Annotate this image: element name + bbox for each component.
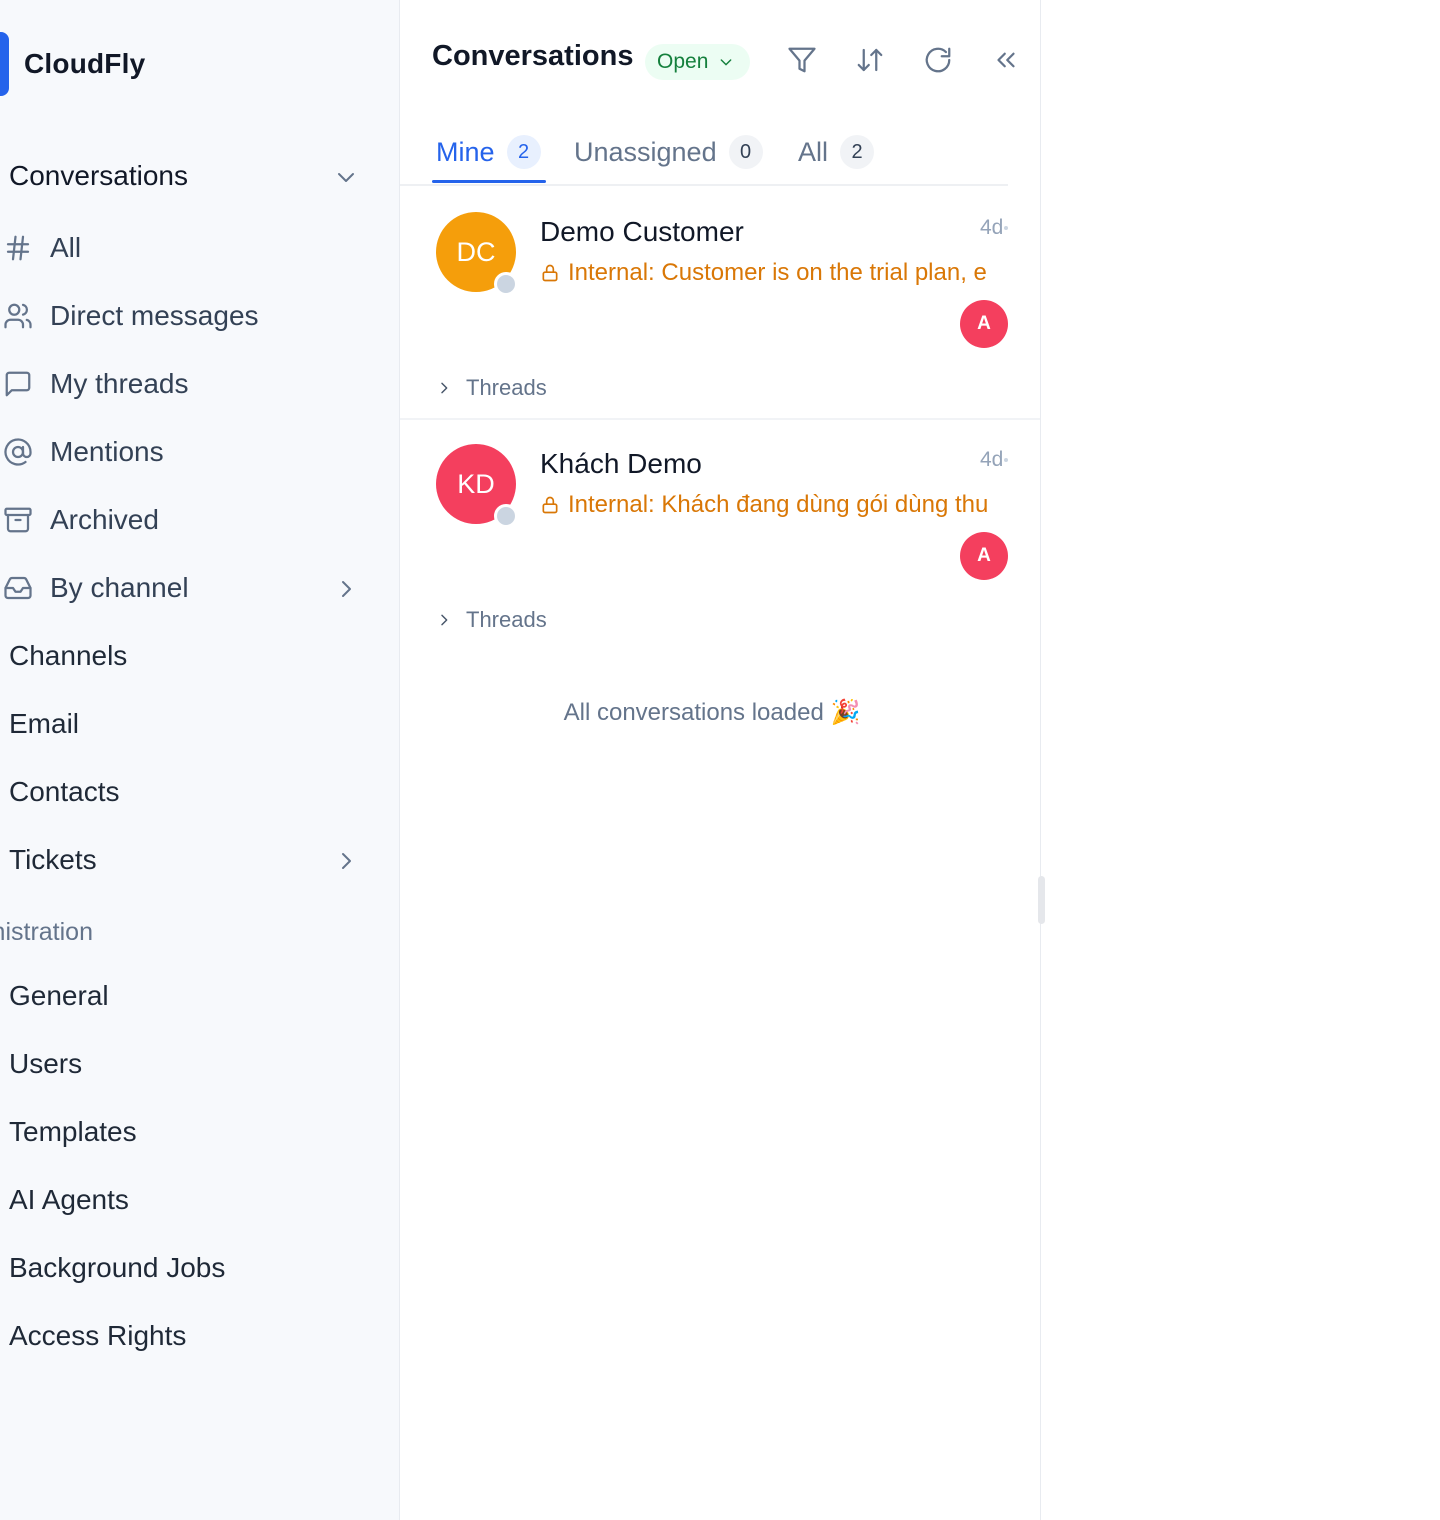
sidebar-link-tickets[interactable]: Tickets bbox=[0, 834, 380, 886]
sidebar-item-label: Direct messages bbox=[50, 300, 259, 331]
sidebar-link-label: AI Agents bbox=[9, 1184, 129, 1215]
sidebar-link-label: Email bbox=[9, 708, 80, 739]
sidebar-link-label: Users bbox=[9, 1048, 83, 1079]
sidebar-section-label: Conversations bbox=[9, 160, 188, 191]
lock-icon bbox=[542, 264, 558, 282]
users-icon bbox=[0, 296, 38, 336]
lock-icon bbox=[542, 496, 558, 514]
tab-count-badge: 2 bbox=[840, 135, 875, 169]
archive-icon bbox=[0, 500, 38, 540]
chevron-right-icon bbox=[441, 382, 448, 394]
filter-button[interactable] bbox=[782, 40, 822, 80]
assignee-avatar: A bbox=[960, 532, 1008, 580]
active-tab-indicator bbox=[432, 180, 546, 183]
collapse-icon bbox=[997, 52, 1015, 68]
sidebar: CloudFly Conversations All Direct messag… bbox=[0, 0, 400, 1520]
chevron-down-icon bbox=[720, 59, 732, 66]
sidebar-link-label: Background Jobs bbox=[9, 1252, 226, 1283]
sidebar-section-conversations[interactable]: Conversations bbox=[0, 150, 380, 202]
status-filter-dropdown[interactable]: Open bbox=[645, 44, 751, 80]
brand[interactable]: CloudFly bbox=[0, 32, 145, 96]
message-square-icon bbox=[0, 364, 38, 404]
sidebar-link-background-jobs[interactable]: Background Jobs bbox=[0, 1242, 380, 1294]
sidebar-link-users[interactable]: Users bbox=[0, 1038, 380, 1090]
sidebar-item-label: By channel bbox=[50, 572, 189, 603]
conversation-preview: Internal: Khách đang dùng gói dùng thu bbox=[540, 488, 1008, 522]
sidebar-link-label: Access Rights bbox=[9, 1320, 187, 1351]
threads-label: Threads bbox=[466, 607, 547, 632]
threads-toggle[interactable]: Threads bbox=[436, 602, 547, 638]
sidebar-link-contacts[interactable]: Contacts bbox=[0, 766, 380, 818]
filter-icon bbox=[788, 47, 816, 73]
sidebar-link-label: Templates bbox=[9, 1116, 137, 1147]
tab-count-badge: 2 bbox=[506, 135, 541, 169]
assignee-avatar: A bbox=[960, 300, 1008, 348]
brand-logo-icon bbox=[0, 32, 9, 96]
tab-unassigned[interactable]: Unassigned 0 bbox=[574, 120, 763, 184]
conversation-name: Demo Customer bbox=[540, 216, 744, 247]
brand-name: CloudFly bbox=[24, 48, 146, 79]
chevron-right-icon bbox=[334, 848, 358, 872]
presence-indicator bbox=[494, 272, 518, 296]
sort-button[interactable] bbox=[850, 40, 890, 80]
tab-count-badge: 0 bbox=[728, 135, 763, 169]
end-of-list-message: All conversations loaded 🎉 bbox=[563, 699, 861, 726]
sidebar-item-label: My threads bbox=[50, 368, 189, 399]
sidebar-item-my-threads[interactable]: My threads bbox=[0, 358, 380, 410]
sidebar-link-ai-agents[interactable]: AI Agents bbox=[0, 1174, 380, 1226]
tab-mine[interactable]: Mine 2 bbox=[436, 120, 541, 184]
sidebar-link-email[interactable]: Email bbox=[0, 698, 380, 750]
page-title: Conversations bbox=[432, 40, 634, 72]
threads-toggle[interactable]: Threads bbox=[436, 370, 547, 406]
conversation-preview-text: Internal: Customer is on the trial plan,… bbox=[568, 259, 987, 286]
conversation-preview-text: Internal: Khách đang dùng gói dùng thu bbox=[568, 491, 989, 518]
sidebar-item-label: All bbox=[50, 232, 82, 263]
refresh-icon bbox=[925, 47, 951, 73]
sidebar-section-administration: inistration bbox=[0, 918, 93, 946]
sidebar-link-label: Contacts bbox=[9, 776, 120, 807]
at-sign-icon bbox=[0, 432, 38, 472]
conversation-item[interactable]: KD Khách Demo 4d Internal: Khách đang dù… bbox=[400, 420, 1040, 652]
panel-resize-handle[interactable] bbox=[1038, 876, 1045, 924]
app-root: CloudFly Conversations All Direct messag… bbox=[0, 0, 1440, 1520]
presence-indicator bbox=[494, 504, 518, 528]
sidebar-link-access-rights[interactable]: Access Rights bbox=[0, 1310, 380, 1362]
sidebar-link-label: General bbox=[9, 980, 109, 1011]
sidebar-link-label: Channels bbox=[9, 640, 128, 671]
sidebar-link-label: Tickets bbox=[9, 844, 97, 875]
inbox-icon bbox=[0, 568, 38, 608]
sidebar-item-label: Archived bbox=[50, 504, 159, 535]
tab-label: Mine bbox=[436, 136, 495, 167]
conversation-time: 4d bbox=[980, 448, 1008, 472]
chevron-down-icon bbox=[334, 164, 358, 188]
conversation-tabs: Mine 2 Unassigned 0 All 2 bbox=[400, 120, 1008, 186]
hash-icon bbox=[0, 228, 38, 268]
sidebar-item-label: Mentions bbox=[50, 436, 164, 467]
conversation-preview: Internal: Customer is on the trial plan,… bbox=[540, 256, 1008, 290]
tab-all[interactable]: All 2 bbox=[798, 120, 875, 184]
sort-icon bbox=[857, 48, 883, 72]
threads-label: Threads bbox=[466, 375, 547, 400]
conversation-time: 4d bbox=[980, 216, 1008, 240]
tab-label: All bbox=[798, 136, 829, 167]
sidebar-link-templates[interactable]: Templates bbox=[0, 1106, 380, 1158]
collapse-panel-button[interactable] bbox=[986, 40, 1026, 80]
conversation-name: Khách Demo bbox=[540, 448, 702, 479]
sidebar-item-archived[interactable]: Archived bbox=[0, 494, 380, 546]
conversation-list-panel: Conversations Open Mine 2 Unassigned 0 A… bbox=[400, 0, 1041, 1520]
refresh-button[interactable] bbox=[918, 40, 958, 80]
sidebar-item-all[interactable]: All bbox=[0, 222, 380, 274]
conversation-item[interactable]: DC Demo Customer 4d Internal: Customer i… bbox=[400, 188, 1040, 420]
sidebar-item-direct-messages[interactable]: Direct messages bbox=[0, 290, 380, 342]
chevron-right-icon bbox=[441, 614, 448, 626]
sidebar-item-by-channel[interactable]: By channel bbox=[0, 562, 380, 614]
sidebar-item-mentions[interactable]: Mentions bbox=[0, 426, 380, 478]
tab-label: Unassigned bbox=[574, 136, 717, 167]
chevron-right-icon bbox=[334, 576, 358, 600]
sidebar-link-general[interactable]: General bbox=[0, 970, 380, 1022]
status-filter-value: Open bbox=[657, 50, 709, 73]
sidebar-link-channels[interactable]: Channels bbox=[0, 630, 380, 682]
